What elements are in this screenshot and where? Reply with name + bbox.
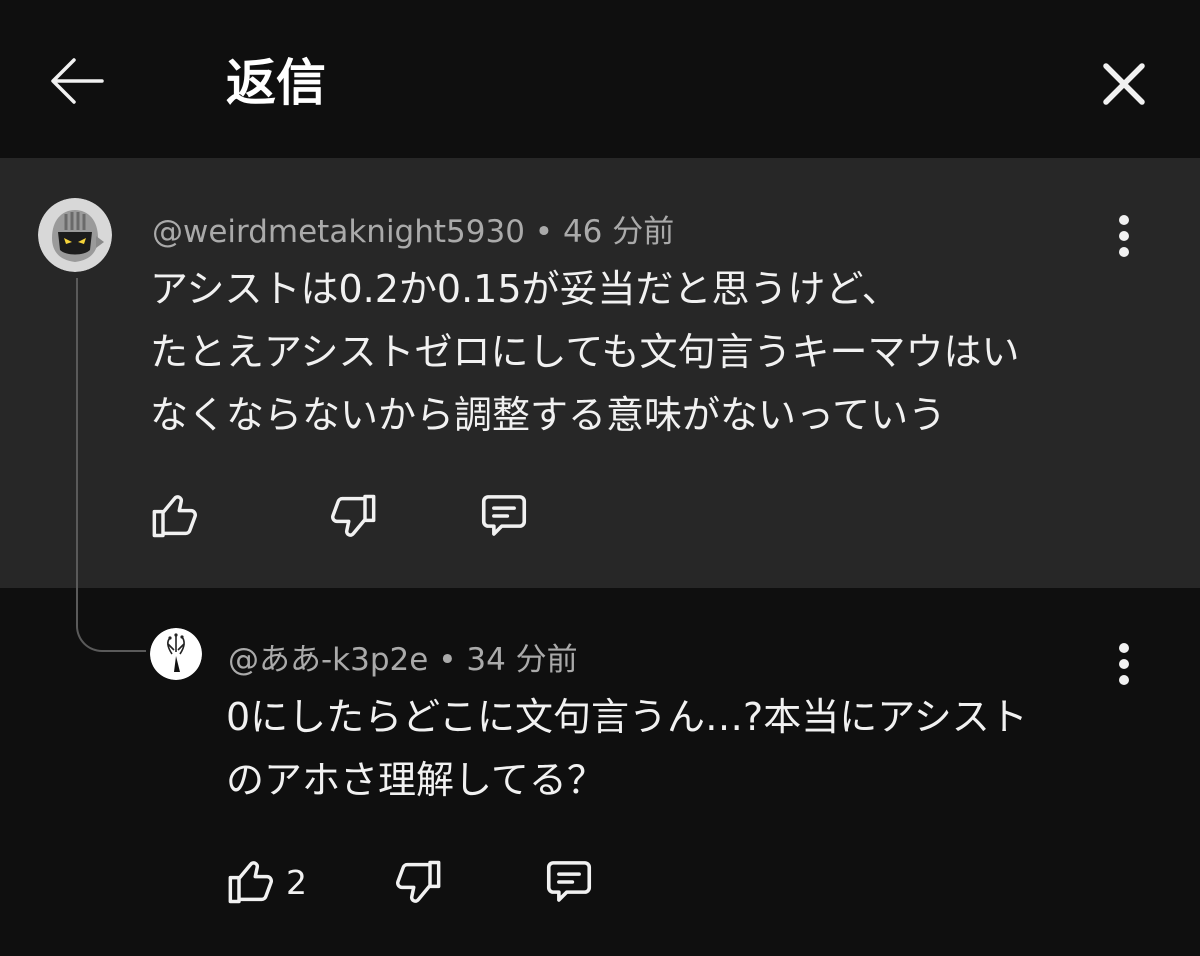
panel-header: 返信: [0, 0, 1200, 158]
close-icon: [1103, 63, 1145, 105]
meta-separator: •: [438, 642, 457, 678]
sketch-avatar-icon: [150, 628, 202, 680]
replies-panel: 返信 @weirdmetaknight5930 • 46 分前 アシストは0.2…: [0, 0, 1200, 956]
more-vertical-icon: [1119, 215, 1129, 257]
thread-connector-line: [76, 278, 146, 652]
metaknight-avatar-icon: [38, 198, 112, 272]
comment-icon: [481, 495, 527, 536]
reply-button[interactable]: [474, 486, 534, 546]
like-count: 2: [286, 862, 307, 902]
comment-menu-button[interactable]: [1104, 206, 1144, 266]
like-button[interactable]: [146, 486, 206, 546]
comment-author[interactable]: @ああ-k3p2e: [228, 642, 428, 678]
comment-body: アシストは0.2か0.15が妥当だと思うけど、 たとえアシストゼロにしても文句言…: [150, 258, 1019, 447]
avatar[interactable]: [38, 198, 112, 272]
comment-line: のアホさ理解してる？: [226, 758, 605, 802]
dislike-button[interactable]: [387, 852, 447, 912]
comment-time: 34 分前: [466, 642, 578, 678]
comment-line: 0にしたらどこに文句言うん…?本当にアシスト: [226, 695, 1028, 739]
comment-meta: @ああ-k3p2e • 34 分前: [228, 634, 578, 679]
thumb-down-icon: [331, 494, 376, 537]
avatar[interactable]: [150, 628, 202, 680]
dislike-button[interactable]: [322, 486, 382, 546]
like-button[interactable]: [222, 852, 282, 912]
comment-meta: @weirdmetaknight5930 • 46 分前: [152, 206, 674, 251]
comment-time: 46 分前: [562, 214, 675, 250]
comment-actions: 2: [222, 852, 599, 912]
comment-menu-button[interactable]: [1104, 634, 1144, 694]
meta-separator: •: [534, 214, 554, 250]
comment-line: たとえアシストゼロにしても文句言うキーマウはい: [150, 330, 1020, 374]
comment-icon: [546, 861, 592, 902]
thumb-up-icon: [228, 861, 273, 904]
reply-button[interactable]: [539, 852, 599, 912]
thumb-up-icon: [152, 495, 197, 538]
thumb-down-icon: [396, 860, 441, 903]
comment-line: なくならないから調整する意味がないっていう: [150, 393, 947, 437]
comment-author[interactable]: @weirdmetaknight5930: [152, 214, 525, 250]
close-button[interactable]: [1092, 52, 1156, 116]
back-button[interactable]: [44, 48, 110, 114]
comment-body: 0にしたらどこに文句言うん…?本当にアシスト のアホさ理解してる？: [226, 686, 1028, 812]
arrow-left-icon: [51, 58, 104, 104]
more-vertical-icon: [1119, 643, 1129, 685]
page-title: 返信: [226, 54, 326, 112]
comment-actions: [146, 486, 534, 546]
comment-line: アシストは0.2か0.15が妥当だと思うけど、: [150, 267, 900, 311]
